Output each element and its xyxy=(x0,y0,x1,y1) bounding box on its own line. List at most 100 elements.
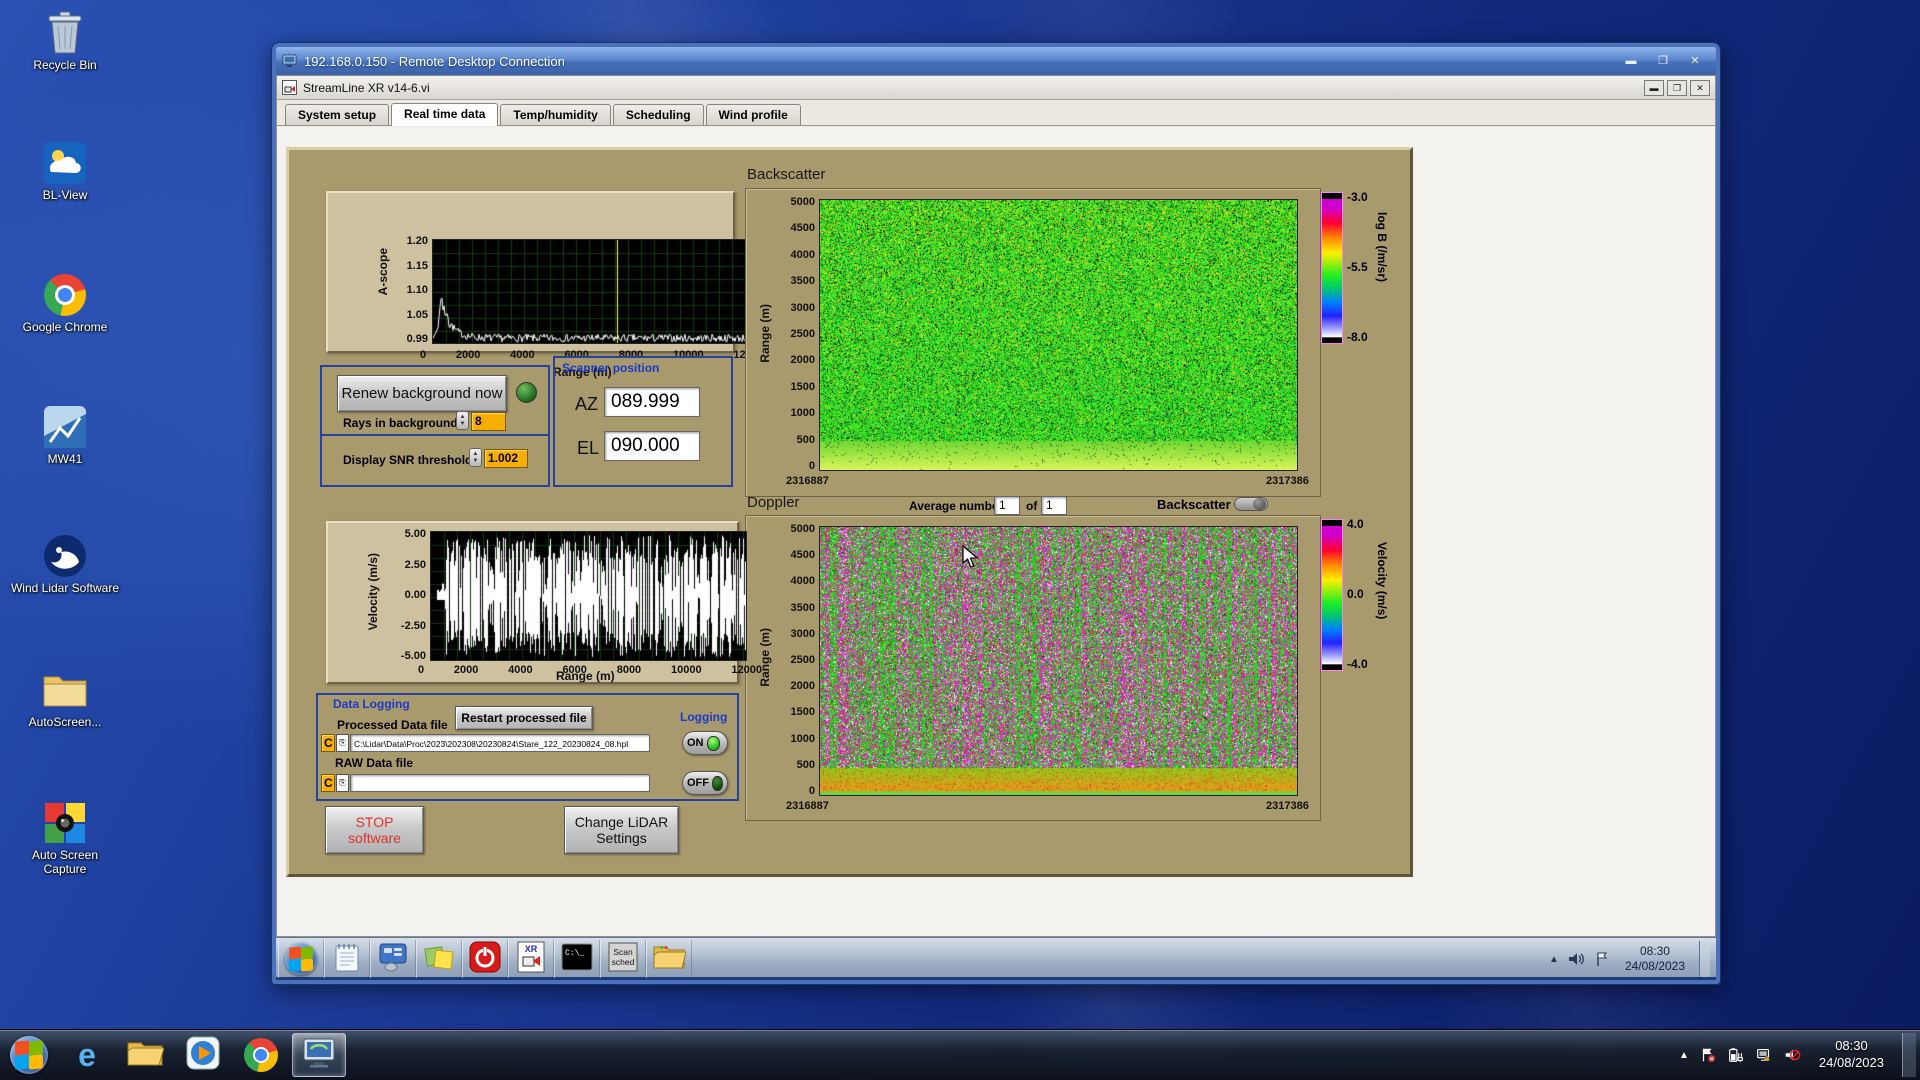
internet-explorer-icon: e xyxy=(78,1036,96,1073)
desktop-icon-mw41[interactable]: MW41 xyxy=(10,404,120,467)
tick-label: 5000 xyxy=(790,196,815,208)
backscatter-toggle[interactable] xyxy=(1234,497,1268,511)
processed-drive-button[interactable]: C xyxy=(321,734,335,752)
processed-data-file-label: Processed Data file xyxy=(337,718,448,732)
tab-temp-humidity[interactable]: Temp/humidity xyxy=(500,104,611,125)
taskbar-clock[interactable]: 08:30 24/08/2023 xyxy=(1811,1038,1892,1072)
backscatter-x-end: 2317386 xyxy=(1266,475,1309,487)
taskbar-button-google-chrome[interactable] xyxy=(234,1033,288,1077)
tab-scheduling[interactable]: Scheduling xyxy=(612,104,704,125)
app-title: StreamLine XR v14-6.vi xyxy=(303,80,430,95)
tick-label: 4000 xyxy=(508,664,533,676)
average-total-field[interactable]: 1 xyxy=(1041,496,1067,515)
renew-background-button[interactable]: Renew background now xyxy=(337,375,507,412)
app-restore-button[interactable]: ❐ xyxy=(1667,79,1687,96)
rays-spinner[interactable]: ▲ ▼ xyxy=(456,411,469,430)
action-center-flag-icon[interactable] xyxy=(1699,1046,1717,1064)
desktop-icon-recycle-bin[interactable]: Recycle Bin xyxy=(10,10,120,73)
tab-system-setup[interactable]: System setup xyxy=(285,104,390,125)
remote-taskbar-button-notepad[interactable] xyxy=(324,940,370,978)
show-desktop-button[interactable] xyxy=(1902,1033,1916,1077)
volume-muted-icon[interactable] xyxy=(1783,1046,1801,1064)
raw-drive-button[interactable]: C xyxy=(321,774,335,792)
el-value-field[interactable]: 090.000 xyxy=(604,431,700,461)
processed-logging-toggle[interactable]: ON xyxy=(682,731,728,755)
remote-taskbar-button-start-button[interactable] xyxy=(278,940,324,978)
remote-taskbar-button-file-explorer[interactable] xyxy=(646,940,692,978)
tick-label: 2.50 xyxy=(404,558,426,571)
rays-value-field[interactable]: 8 xyxy=(471,412,506,431)
desktop-icon-autoscreen[interactable]: AutoScreen... xyxy=(10,667,120,730)
mouse-cursor xyxy=(962,545,979,568)
network-status-icon[interactable] xyxy=(1755,1046,1773,1064)
snr-spinner[interactable]: ▲ ▼ xyxy=(469,448,482,467)
labview-app-icon xyxy=(282,80,297,95)
taskbar-button-media-player[interactable] xyxy=(176,1033,230,1077)
remote-taskbar-button-scan-scheduler[interactable]: Scan sched xyxy=(600,940,646,978)
taskbar-button-remote-desktop[interactable] xyxy=(292,1033,346,1077)
mw41-icon xyxy=(42,404,88,450)
desktop-icon-bl-view[interactable]: BL-View xyxy=(10,140,120,203)
raw-path-field[interactable] xyxy=(350,774,650,792)
rays-in-background-label: Rays in background xyxy=(343,416,458,430)
app-minimize-button[interactable]: ▬ xyxy=(1644,79,1664,96)
tick-label: 3500 xyxy=(790,601,815,614)
snr-value-field[interactable]: 1.002 xyxy=(484,449,528,468)
processed-path-field[interactable]: C:\Lidar\Data\Proc\2023\202308\20230824\… xyxy=(350,734,650,752)
rdp-minimize-button[interactable]: ▬ xyxy=(1616,52,1646,70)
desktop-icon-label: Wind Lidar Software xyxy=(10,581,120,595)
labview-xr-icon: XR xyxy=(516,941,546,978)
tick-label: 500 xyxy=(796,433,815,446)
tab-wind-profile[interactable]: Wind profile xyxy=(705,104,801,125)
restart-processed-file-button[interactable]: Restart processed file xyxy=(455,706,593,730)
remote-taskbar-button-command-prompt[interactable]: C:\_ xyxy=(554,940,600,978)
hidden-icons-arrow[interactable]: ▲ xyxy=(1679,1050,1689,1061)
rdp-maximize-button[interactable]: ❐ xyxy=(1648,52,1678,70)
battery-icon[interactable] xyxy=(1727,1046,1745,1064)
autoscreen-icon xyxy=(42,667,88,713)
tick-label: 1.20 xyxy=(406,235,428,247)
taskbar-button-start-button[interactable] xyxy=(2,1033,56,1077)
tick-label: 1000 xyxy=(790,732,815,745)
off-lamp xyxy=(712,775,723,791)
remote-taskbar-button-labview-xr[interactable]: XR xyxy=(508,940,554,978)
stop-software-button[interactable]: STOP software xyxy=(325,806,424,854)
desktop-icon-label: AutoScreen... xyxy=(28,715,102,729)
display-settings-icon xyxy=(377,941,409,978)
doppler-colorbar xyxy=(1321,519,1343,671)
tick-label: 1500 xyxy=(790,706,815,719)
processed-browse-icon[interactable]: ⎘ xyxy=(336,734,349,752)
app-titlebar[interactable]: StreamLine XR v14-6.vi ▬ ❐ ✕ xyxy=(277,76,1715,100)
snr-threshold-label: Display SNR threshold xyxy=(343,453,473,467)
tick-label: 0.0 xyxy=(1347,587,1364,601)
az-value-field[interactable]: 089.999 xyxy=(604,387,700,417)
raw-browse-icon[interactable]: ⎘ xyxy=(336,774,349,792)
remote-volume-icon[interactable] xyxy=(1567,950,1585,968)
remote-taskbar-button-shutdown[interactable] xyxy=(462,940,508,978)
rdp-close-button[interactable]: ✕ xyxy=(1680,52,1710,70)
remote-action-center-flag-icon[interactable] xyxy=(1593,950,1611,968)
remote-taskbar-button-sticky-notes[interactable] xyxy=(416,940,462,978)
remote-clock[interactable]: 08:30 24/08/2023 xyxy=(1619,944,1691,974)
change-lidar-settings-button[interactable]: Change LiDAR Settings xyxy=(564,806,679,854)
velocity-yticks: 5.00 2.50 0.00 -2.50 -5.00 xyxy=(386,529,426,662)
stop-line2: software xyxy=(348,830,401,846)
tick-label: 0.00 xyxy=(404,589,426,601)
desktop-icon-google-chrome[interactable]: Google Chrome xyxy=(10,272,120,335)
rdp-titlebar[interactable]: 192.168.0.150 - Remote Desktop Connectio… xyxy=(276,47,1716,75)
tab-real-time-data[interactable]: Real time data xyxy=(391,103,499,126)
desktop-icon-wind-lidar-software[interactable]: Wind Lidar Software xyxy=(10,533,120,596)
app-close-button[interactable]: ✕ xyxy=(1690,79,1710,96)
remote-taskbar-button-display-settings[interactable] xyxy=(370,940,416,978)
raw-logging-toggle[interactable]: OFF xyxy=(682,771,728,795)
taskbar-buttons: e xyxy=(0,1033,348,1077)
tick-label: 0 xyxy=(420,349,427,361)
taskbar-button-windows-explorer[interactable] xyxy=(118,1033,172,1077)
tick-label: -4.0 xyxy=(1347,657,1368,671)
logging-label: Logging xyxy=(680,710,728,724)
remote-show-desktop-button[interactable] xyxy=(1699,941,1710,977)
desktop-icon-auto-screen-capture[interactable]: Auto Screen Capture xyxy=(10,800,120,877)
taskbar-button-internet-explorer[interactable]: e xyxy=(60,1033,114,1077)
average-number-field[interactable]: 1 xyxy=(994,496,1020,515)
remote-hidden-icons-arrow[interactable]: ▲ xyxy=(1549,954,1559,965)
